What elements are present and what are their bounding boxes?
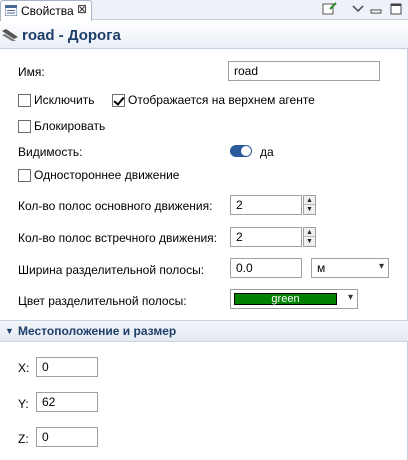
shown-top-agent-checkbox[interactable] <box>112 94 125 107</box>
tab-bar: Свойства ⊠ <box>0 0 408 21</box>
stepper-down-icon[interactable]: ▼ <box>304 237 315 246</box>
tab-label: Свойства <box>21 4 74 18</box>
x-field[interactable]: 0 <box>36 357 98 377</box>
exclude-label: Исключить <box>34 93 95 107</box>
z-field[interactable]: 0 <box>36 427 98 447</box>
chevron-down-icon: ▾ <box>378 261 384 272</box>
minimize-icon[interactable] <box>368 1 384 17</box>
main-lanes-label: Кол-во полос основного движения: <box>18 199 213 213</box>
view-menu-icon[interactable] <box>350 1 366 17</box>
collapse-caret-icon[interactable]: ▼ <box>5 326 14 336</box>
block-checkbox[interactable] <box>18 120 31 133</box>
page-title: road - Дорога <box>22 27 121 44</box>
color-swatch: green <box>234 293 337 305</box>
main-lanes-stepper[interactable]: ▲ ▼ <box>303 195 316 215</box>
location-size-section-header[interactable]: ▼ Местоположение и размер <box>0 320 408 342</box>
unit-value: м <box>317 261 326 275</box>
pin-icon[interactable] <box>322 1 338 17</box>
oneway-checkbox[interactable] <box>18 169 31 182</box>
block-label: Блокировать <box>34 119 106 133</box>
road-icon <box>2 29 18 41</box>
opposite-lanes-stepper[interactable]: ▲ ▼ <box>303 227 316 247</box>
y-label: Y: <box>18 397 29 411</box>
name-label: Имя: <box>18 65 45 79</box>
opposite-lanes-field[interactable]: 2 <box>230 227 302 247</box>
chevron-down-icon: ▾ <box>347 292 353 303</box>
stepper-up-icon[interactable]: ▲ <box>304 196 315 205</box>
properties-header: road - Дорога <box>0 21 408 49</box>
visibility-value: да <box>260 145 274 159</box>
exclude-checkbox[interactable] <box>18 94 31 107</box>
divider-width-field[interactable]: 0.0 <box>230 258 302 278</box>
divider-width-unit-select[interactable]: м ▾ <box>311 258 389 278</box>
divider-color-picker[interactable]: green ▾ <box>230 289 358 309</box>
maximize-icon[interactable] <box>388 1 404 17</box>
oneway-label: Одностороннее движение <box>34 168 180 182</box>
close-icon[interactable]: ⊠ <box>77 2 87 16</box>
stepper-down-icon[interactable]: ▼ <box>304 205 315 214</box>
tab-properties[interactable]: Свойства ⊠ <box>0 0 92 21</box>
y-field[interactable]: 62 <box>36 392 98 412</box>
visibility-label: Видимость: <box>18 145 83 159</box>
visibility-toggle[interactable] <box>230 145 252 157</box>
main-lanes-field[interactable]: 2 <box>230 195 302 215</box>
x-label: X: <box>18 361 30 375</box>
section-title: Местоположение и размер <box>18 324 177 338</box>
stepper-up-icon[interactable]: ▲ <box>304 228 315 237</box>
z-label: Z: <box>18 432 29 446</box>
shown-top-agent-label: Отображается на верхнем агенте <box>128 93 315 107</box>
divider-width-label: Ширина разделительной полосы: <box>18 263 205 277</box>
properties-icon <box>5 5 17 16</box>
toggle-knob <box>241 146 251 156</box>
name-field[interactable]: road <box>228 61 380 81</box>
divider-color-label: Цвет разделительной полосы: <box>18 294 187 308</box>
opposite-lanes-label: Кол-во полос встречного движения: <box>18 231 218 245</box>
